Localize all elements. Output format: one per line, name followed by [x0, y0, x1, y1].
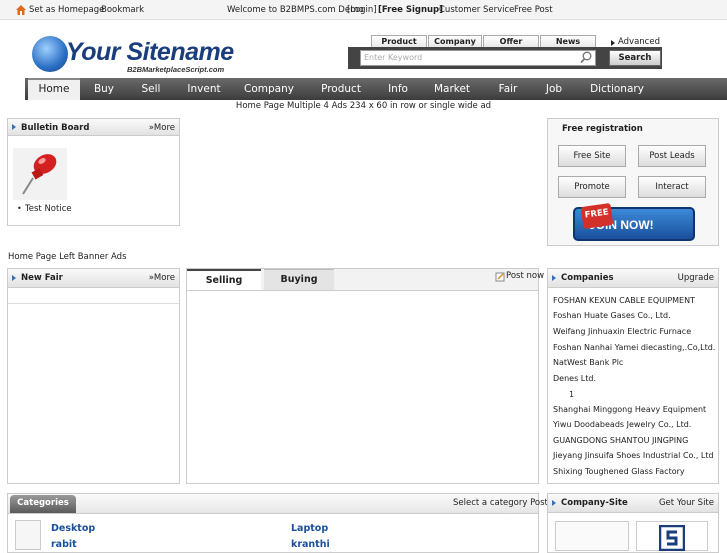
nav-company[interactable]: Company: [239, 78, 299, 100]
home-icon: [16, 5, 26, 15]
arrow-right-icon: [12, 124, 16, 130]
company-link[interactable]: Jieyang Jinsuifa Shoes Industrial Co., L…: [553, 451, 714, 460]
free-badge-label: FREE: [584, 207, 610, 221]
nav-invent[interactable]: Invent: [180, 78, 228, 100]
companies-header: Companies Upgrade: [548, 269, 718, 288]
main-nav: Home Buy Sell Invent Company Product Inf…: [25, 78, 727, 100]
company-link[interactable]: FOSHAN KEXUN CABLE EQUIPMENT: [553, 296, 695, 305]
new-fair-panel: New Fair »More: [7, 268, 180, 484]
top-bar: Set as Homepage Bookmark Welcome to B2BM…: [0, 0, 727, 20]
company-site-title: Company-Site: [561, 498, 628, 508]
tab-buying[interactable]: Buying: [264, 269, 334, 290]
trade-leads-panel: [186, 268, 539, 484]
promote-button[interactable]: Promote: [558, 176, 626, 198]
free-post-link[interactable]: Free Post: [514, 5, 553, 15]
category-link-desktop[interactable]: Desktop: [51, 523, 95, 534]
companies-title: Companies: [561, 273, 614, 283]
nav-home[interactable]: Home: [28, 78, 80, 100]
advanced-arrow-icon: [611, 40, 615, 46]
new-fair-title: New Fair: [21, 273, 63, 283]
company-logo-icon: [659, 525, 685, 551]
bulletin-title: Bulletin Board: [21, 123, 90, 133]
magnifier-icon: [580, 51, 592, 64]
new-fair-more-label: More: [153, 273, 175, 283]
nav-fair[interactable]: Fair: [492, 78, 524, 100]
company-site-thumbnail[interactable]: [636, 521, 708, 551]
bullet-icon: •: [17, 204, 22, 213]
company-link[interactable]: 1: [569, 390, 574, 399]
post-leads-button[interactable]: Post Leads: [638, 145, 706, 167]
set-homepage-link[interactable]: Set as Homepage: [29, 5, 104, 15]
company-link[interactable]: Denes Ltd.: [553, 374, 596, 383]
nav-job[interactable]: Job: [539, 78, 569, 100]
company-link[interactable]: Foshan Huate Gases Co., Ltd.: [553, 311, 671, 320]
bulletin-header: Bulletin Board »More: [8, 119, 179, 136]
arrow-right-icon: [12, 275, 16, 281]
search-button[interactable]: Search: [609, 50, 661, 66]
globe-icon: [32, 36, 68, 72]
nav-dictionary[interactable]: Dictionary: [587, 78, 647, 100]
free-badge: FREE: [580, 203, 614, 229]
post-now-link[interactable]: Post now: [506, 271, 544, 281]
customer-service-link[interactable]: Customer Service: [439, 5, 514, 15]
bookmark-link[interactable]: Bookmark: [101, 5, 144, 15]
nav-product[interactable]: Product: [313, 78, 369, 100]
company-site-header: Company-Site Get Your Site: [548, 494, 718, 513]
company-link[interactable]: Shixing Toughened Glass Factory: [553, 467, 685, 476]
welcome-text: Welcome to B2BMPS.com Demo: [227, 5, 364, 15]
get-your-site-link[interactable]: Get Your Site: [659, 498, 714, 508]
bulletin-more-label: More: [153, 123, 175, 133]
company-link[interactable]: GUANGDONG SHANTOU JINGPING: [553, 436, 688, 445]
interact-button[interactable]: Interact: [638, 176, 706, 198]
upgrade-link[interactable]: Upgrade: [678, 273, 714, 283]
nav-market[interactable]: Market: [429, 78, 475, 100]
category-thumbnail: [15, 520, 41, 550]
search-input[interactable]: Enter Keyword: [360, 50, 596, 66]
login-link[interactable]: [Login]: [347, 5, 377, 15]
free-registration-panel: Free registration Free Site Post Leads P…: [547, 118, 719, 246]
top-ad-text: Home Page Multiple 4 Ads 234 x 60 in row…: [235, 101, 492, 111]
nav-sell[interactable]: Sell: [131, 78, 171, 100]
company-link[interactable]: Weifang Jinhuaxin Electric Furnace: [553, 327, 691, 336]
signup-link[interactable]: [Free Signup]: [378, 5, 443, 15]
logo-subtitle: B2BMarketplaceScript.com: [127, 65, 225, 74]
company-link[interactable]: Yiwu Doodabeads Jewelry Co., Ltd.: [553, 420, 691, 429]
logo-text: Your Sitename: [66, 38, 234, 66]
category-link-laptop[interactable]: Laptop: [291, 523, 328, 534]
bulletin-more-link[interactable]: »More: [149, 123, 175, 133]
new-fair-subbar: [8, 288, 179, 304]
new-fair-header: New Fair »More: [8, 269, 179, 288]
arrow-right-icon: [552, 500, 556, 506]
bulletin-board-panel: Bulletin Board »More • Test Notice: [7, 118, 180, 226]
advanced-search-link[interactable]: Advanced: [618, 37, 660, 47]
post-icon: [495, 272, 505, 282]
registration-title: Free registration: [562, 124, 643, 134]
select-category-post-link[interactable]: Select a category Post: [453, 498, 548, 508]
company-link[interactable]: NatWest Bank Plc: [553, 358, 623, 367]
push-pin-icon: [13, 148, 67, 200]
free-site-button[interactable]: Free Site: [558, 145, 626, 167]
nav-buy[interactable]: Buy: [85, 78, 123, 100]
tab-selling[interactable]: Selling: [187, 269, 261, 290]
company-link[interactable]: Shanghai Minggong Heavy Equipment: [553, 405, 706, 414]
left-banner-ads: Home Page Left Banner Ads: [8, 252, 127, 262]
nav-info[interactable]: Info: [381, 78, 415, 100]
new-fair-more-link[interactable]: »More: [149, 273, 175, 283]
company-site-thumbnail[interactable]: [555, 521, 629, 551]
arrow-right-icon: [552, 275, 556, 281]
notice-link[interactable]: Test Notice: [25, 204, 72, 214]
company-link[interactable]: Foshan Nanhai Yamei diecasting,.Co,Ltd.: [553, 343, 715, 352]
categories-tab[interactable]: Categories: [10, 495, 76, 513]
